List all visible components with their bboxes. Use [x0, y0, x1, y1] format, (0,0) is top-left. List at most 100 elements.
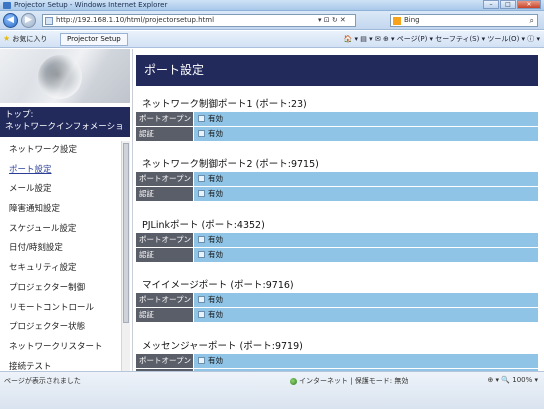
row-label: 認証: [136, 248, 193, 262]
row-value-cell: 有効: [194, 172, 538, 186]
row-value-cell: 有効: [194, 308, 538, 322]
row-label: ポートオープン: [136, 172, 193, 186]
sidebar: トップ: ネットワークインフォメーション ネットワーク設定 ポート設定 メール設…: [0, 49, 133, 372]
section-title: マイイメージポート (ポート:9716): [142, 280, 294, 291]
row-value: 有効: [208, 235, 223, 244]
section-title: メッセンジャーポート (ポート:9719): [142, 341, 303, 352]
row-value-cell: 有効: [194, 112, 538, 126]
page-content: トップ: ネットワークインフォメーション ネットワーク設定 ポート設定 メール設…: [0, 49, 544, 372]
setting-row: ポートオープン 有効: [136, 172, 538, 186]
zoom-control[interactable]: ⊕ ▾ 🔍 100% ▾: [487, 376, 538, 384]
bing-icon: [393, 17, 401, 25]
row-value: 有効: [208, 174, 223, 183]
row-value: 有効: [208, 189, 223, 198]
back-button[interactable]: ◀: [3, 13, 18, 28]
row-label: ポートオープン: [136, 293, 193, 307]
sidebar-item-port-settings[interactable]: ポート設定: [0, 161, 120, 181]
top-link-line2: ネットワークインフォメーション: [5, 122, 125, 132]
forward-button[interactable]: ▶: [21, 13, 36, 28]
section-title: ネットワーク制御ポート1 (ポート:23): [142, 99, 307, 110]
sidebar-item-projector-control[interactable]: プロジェクター制御: [0, 279, 120, 299]
setting-row: ポートオープン 有効: [136, 293, 538, 307]
star-icon: ★: [3, 34, 11, 43]
projector-lens-image: [0, 49, 130, 103]
page-icon: [45, 17, 53, 25]
checkbox[interactable]: [198, 311, 205, 318]
window-title: Projector Setup - Windows Internet Explo…: [14, 1, 168, 9]
row-label: 認証: [136, 187, 193, 201]
sidebar-item-network-settings[interactable]: ネットワーク設定: [0, 141, 120, 161]
sidebar-menu: ネットワーク設定 ポート設定 メール設定 障害通知設定 スケジュール設定 日付/…: [0, 141, 120, 377]
row-value: 有効: [208, 129, 223, 138]
section-title: PJLinkポート (ポート:4352): [142, 220, 265, 231]
row-label: ポートオープン: [136, 354, 193, 368]
top-link-line1: トップ:: [5, 110, 34, 120]
checkbox[interactable]: [198, 251, 205, 258]
checkbox[interactable]: [198, 236, 205, 243]
row-value-cell: 有効: [194, 293, 538, 307]
setting-row: ポートオープン 有効: [136, 233, 538, 247]
favorites-label: お気に入り: [12, 35, 48, 43]
page-title: ポート設定: [136, 55, 538, 86]
checkbox[interactable]: [198, 175, 205, 182]
address-bar[interactable]: http://192.168.1.10/html/projectorsetup.…: [42, 14, 356, 27]
command-bar[interactable]: 🏠 ▾ ▤ ▾ ✉ ⊕ ▾ ページ(P) ▾ セーフティ(S) ▾ ツール(O)…: [344, 34, 540, 44]
row-label: 認証: [136, 127, 193, 141]
sidebar-item-remote-control[interactable]: リモートコントロール: [0, 299, 120, 319]
main-panel: ポート設定 ネットワーク制御ポート1 (ポート:23) ポートオープン 有効 認…: [136, 49, 538, 371]
address-tools[interactable]: ▾ ⊡ ↻ ✕: [318, 16, 346, 24]
checkbox[interactable]: [198, 357, 205, 364]
row-label: 認証: [136, 308, 193, 322]
sidebar-top-link[interactable]: トップ: ネットワークインフォメーション: [0, 107, 130, 137]
maximize-button[interactable]: □: [500, 0, 516, 9]
search-icon[interactable]: ⌕: [530, 16, 534, 26]
favorites-bar: ★ お気に入り Projector Setup 🏠 ▾ ▤ ▾ ✉ ⊕ ▾ ペー…: [0, 31, 544, 48]
minimize-button[interactable]: –: [483, 0, 499, 9]
scrollbar-thumb[interactable]: [123, 143, 129, 323]
row-value-cell: 有効: [194, 187, 538, 201]
row-label: ポートオープン: [136, 112, 193, 126]
sidebar-item-mail-settings[interactable]: メール設定: [0, 180, 120, 200]
search-provider-label: Bing: [404, 16, 420, 24]
zone-status-text: インターネット | 保護モード: 無効: [299, 377, 409, 385]
favorites-button[interactable]: ★ お気に入り: [3, 34, 47, 44]
close-button[interactable]: ✕: [517, 0, 541, 9]
setting-row: 認証 有効: [136, 127, 538, 141]
setting-row: ポートオープン 有効: [136, 354, 538, 368]
row-value: 有効: [208, 250, 223, 259]
lens-glint: [0, 49, 130, 103]
checkbox[interactable]: [198, 296, 205, 303]
sidebar-item-network-restart[interactable]: ネットワークリスタート: [0, 338, 120, 358]
sidebar-scrollbar[interactable]: [121, 141, 130, 371]
status-text: ページが表示されました: [4, 377, 81, 385]
sidebar-item-date-time-settings[interactable]: 日付/時刻設定: [0, 239, 120, 259]
row-label: ポートオープン: [136, 233, 193, 247]
sidebar-item-schedule-settings[interactable]: スケジュール設定: [0, 220, 120, 240]
row-value: 有効: [208, 310, 223, 319]
window-title-bar: Projector Setup - Windows Internet Explo…: [0, 0, 544, 11]
address-toolbar: ◀ ▶ http://192.168.1.10/html/projectorse…: [0, 11, 544, 30]
checkbox[interactable]: [198, 130, 205, 137]
status-bar: ページが表示されました インターネット | 保護モード: 無効 ⊕ ▾ 🔍 10…: [0, 371, 544, 409]
row-value: 有効: [208, 114, 223, 123]
setting-row: 認証 有効: [136, 248, 538, 262]
search-input[interactable]: Bing ⌕: [390, 14, 538, 27]
setting-row: ポートオープン 有効: [136, 112, 538, 126]
checkbox[interactable]: [198, 115, 205, 122]
row-value-cell: 有効: [194, 233, 538, 247]
row-value-cell: 有効: [194, 354, 538, 368]
sidebar-item-projector-status[interactable]: プロジェクター状態: [0, 318, 120, 338]
setting-row: 認証 有効: [136, 187, 538, 201]
row-value-cell: 有効: [194, 248, 538, 262]
sidebar-item-security-settings[interactable]: セキュリティ設定: [0, 259, 120, 279]
row-value: 有効: [208, 356, 223, 365]
row-value: 有効: [208, 295, 223, 304]
row-value-cell: 有効: [194, 127, 538, 141]
zone-status: インターネット | 保護モード: 無効: [290, 376, 408, 386]
checkbox[interactable]: [198, 190, 205, 197]
setting-row: 認証 有効: [136, 308, 538, 322]
tab-projector-setup[interactable]: Projector Setup: [60, 33, 128, 46]
ie-icon: [3, 2, 11, 9]
sidebar-item-alert-settings[interactable]: 障害通知設定: [0, 200, 120, 220]
address-url: http://192.168.1.10/html/projectorsetup.…: [56, 16, 215, 24]
